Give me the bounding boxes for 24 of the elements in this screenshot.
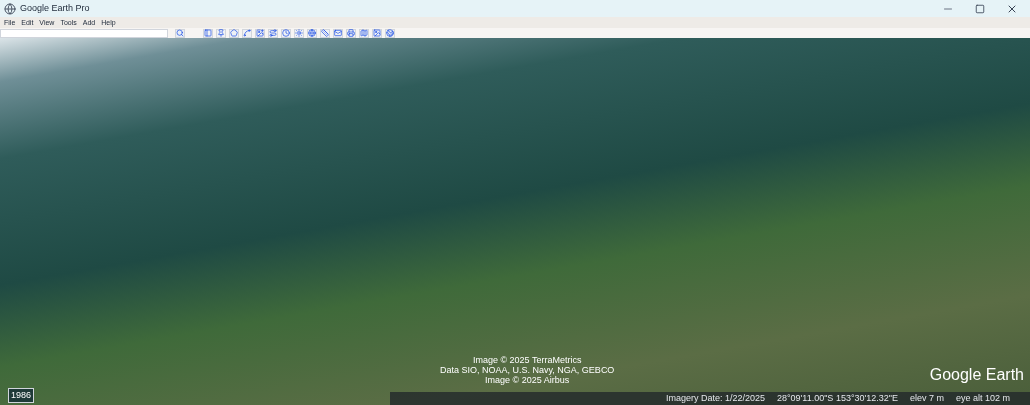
year-label: 1986 [8, 387, 35, 403]
elevation: elev 7 m [909, 391, 944, 405]
clock-icon[interactable] [281, 28, 291, 38]
search-field[interactable] [0, 28, 168, 38]
maximize-icon[interactable] [975, 3, 985, 14]
credit-text: Image © 2025 Airbus [485, 375, 570, 385]
credit-text: Image © 2025 TerraMetrics [472, 355, 582, 365]
path-icon[interactable] [242, 28, 252, 38]
imagery-date: Imagery Date: 1/22/2025 [665, 391, 765, 405]
app-logo-icon [4, 2, 16, 15]
search-button[interactable] [175, 28, 185, 38]
polygon-icon[interactable] [229, 28, 239, 38]
pin-icon[interactable] [216, 28, 226, 38]
sidebar-icon[interactable] [203, 28, 213, 38]
credit-text: Data SIO, NOAA, U.S. Navy, NGA, GEBCO [440, 365, 615, 375]
eye-altitude: eye alt 102 m [955, 391, 1010, 405]
globe-icon[interactable] [307, 28, 317, 38]
mail-icon[interactable] [333, 28, 343, 38]
printer-icon[interactable] [346, 28, 356, 38]
ruler-icon[interactable] [320, 28, 330, 38]
coordinates: 28°09'11.00"S 153°30'12.32"E [777, 391, 898, 405]
google-earth-logo: Google Earth [929, 365, 1024, 385]
earth-3d-view[interactable]: Image © 2025 TerraMetrics Data SIO, NOAA, U.S. Navy, NGA, GEBCO Image © 2025 Airbus Google Earth 1986 Imagery Date: 1/22/2025 28°09'11.00"S 153°30'12.32"E elev 7 m eye alt 102 m [0, 38, 1030, 405]
window-title: Google Earth Pro [20, 1, 90, 15]
